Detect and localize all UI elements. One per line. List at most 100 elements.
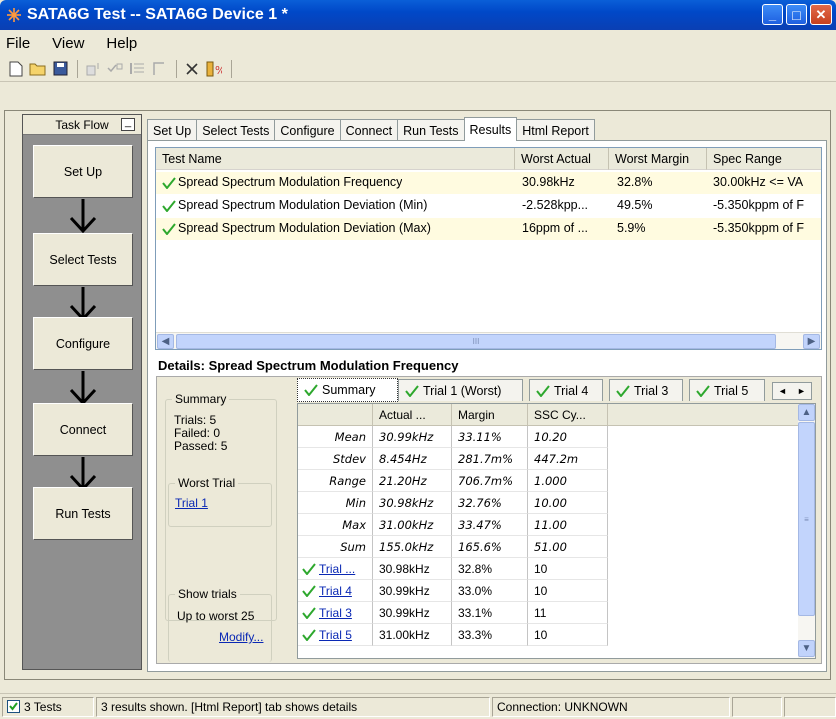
tab-scroll-left-icon[interactable]: ◄ [778,386,787,396]
table-row[interactable]: Spread Spectrum Modulation Deviation (Ma… [156,218,821,240]
tests-count: 3 Tests [24,699,62,714]
stat-ssc: 10.00 [528,492,608,514]
app-logo-icon [7,8,21,22]
tab-scroll-right-icon[interactable]: ► [797,386,806,396]
tab-run-tests[interactable]: Run Tests [397,119,465,141]
stat-actual: 30.99kHz [373,426,452,448]
column-header-worst-actual[interactable]: Worst Actual [515,148,609,170]
table-row[interactable]: Spread Spectrum Modulation Frequency 30.… [156,172,821,194]
stat-margin: 281.7m% [452,448,528,470]
tab-trial-3[interactable]: Trial 3 [609,379,683,401]
taskflow-run-tests-button[interactable]: Run Tests [33,487,133,540]
scroll-right-button[interactable]: ▶ [803,334,820,349]
chevron-down-icon: ▼ [801,643,812,654]
worst-trial-link[interactable]: Trial 1 [175,496,208,510]
taskflow-configure-button[interactable]: Configure [33,317,133,370]
pass-check-icon [302,628,316,641]
down-arrow-icon [69,457,97,491]
spec-range: -5.350kppm of F [713,221,805,235]
tab-html-report[interactable]: Html Report [516,119,595,141]
tab-setup[interactable]: Set Up [147,119,198,141]
save-button[interactable] [50,59,70,79]
new-file-button[interactable] [6,59,26,79]
stat-label: Range [298,470,373,492]
worst-trial-group: Worst Trial Trial 1 [168,476,272,527]
chart-button[interactable] [149,59,169,79]
tab-connect[interactable]: Connect [339,119,399,141]
task-flow-title: Task Flow [55,117,109,132]
trial-actual: 30.99kHz [373,602,452,624]
taskflow-step-label: Set Up [63,164,103,179]
close-button[interactable]: ✕ [810,4,832,25]
taskflow-setup-button[interactable]: Set Up [33,145,133,198]
tab-trial-5[interactable]: Trial 5 [689,379,765,401]
column-header-label: Worst Actual [521,151,591,166]
column-header-label: Margin [458,407,495,422]
table-row[interactable]: Spread Spectrum Modulation Deviation (Mi… [156,195,821,217]
pass-check-icon [405,384,419,397]
grid-header-actual[interactable]: Actual ... [373,404,452,426]
grid-corner [298,404,373,426]
chart-icon [153,62,164,75]
trial-link[interactable]: Trial 3 [319,606,352,620]
trial-row-label[interactable]: Trial 5 [298,624,373,646]
worst-actual: 16ppm of ... [522,221,589,235]
tab-configure[interactable]: Configure [274,119,341,141]
open-button[interactable] [28,59,48,79]
run-button[interactable] [83,59,103,79]
details-title: Details: Spread Spectrum Modulation Freq… [158,358,459,373]
scrollbar-thumb[interactable]: III [176,334,776,349]
column-header-label: SSC Cy... [534,407,586,422]
stat-label: Mean [298,426,373,448]
scroll-up-button[interactable]: ▲ [798,404,815,421]
grid-header-ssc[interactable]: SSC Cy... [528,404,608,426]
scroll-down-button[interactable]: ▼ [798,640,815,657]
tab-results[interactable]: Results [463,117,518,141]
menu-file[interactable]: File [6,35,30,52]
column-header-label: Worst Margin [615,151,690,166]
trial-row-label[interactable]: Trial ... [298,558,373,580]
window-title: SATA6G Test -- SATA6G Device 1 * [27,6,288,23]
minimize-button[interactable]: _ [762,4,783,25]
delete-button[interactable] [182,59,202,79]
trial-link[interactable]: Trial ... [319,562,355,576]
scroll-left-button[interactable]: ◀ [157,334,174,349]
tab-label: Summary [322,383,376,397]
taskflow-connect-button[interactable]: Connect [33,403,133,456]
taskflow-select-tests-button[interactable]: Select Tests [33,233,133,286]
tab-label: Trial 3 [634,383,669,398]
tab-trial-4[interactable]: Trial 4 [529,379,603,401]
column-header-worst-margin[interactable]: Worst Margin [609,148,707,170]
list-button[interactable] [127,59,147,79]
modify-link[interactable]: Modify... [219,630,263,644]
vertical-scrollbar[interactable]: ▲ ≡ ▼ [798,404,815,658]
tab-trial-1-worst[interactable]: Trial 1 (Worst) [398,379,523,401]
maximize-button[interactable]: □ [786,4,807,25]
properties-button[interactable]: % [204,59,224,79]
column-header-spec-range[interactable]: Spec Range [707,148,821,170]
menu-help[interactable]: Help [106,35,137,52]
trial-row-label[interactable]: Trial 3 [298,602,373,624]
tab-label: Run Tests [403,123,459,138]
trial-row-label[interactable]: Trial 4 [298,580,373,602]
checkbox-checked-icon[interactable] [7,700,20,713]
pass-check-icon [162,198,176,212]
trial-actual: 30.99kHz [373,580,452,602]
scrollbar-thumb[interactable]: ≡ [798,422,815,616]
column-header-test-name[interactable]: Test Name [156,148,515,170]
summary-grid: Actual ... Margin SSC Cy... Mean 30.99kH… [297,403,816,659]
select-tests-button[interactable] [105,59,125,79]
menu-view[interactable]: View [52,35,84,52]
trial-ssc: 10 [528,624,608,646]
task-flow-minimize-button[interactable]: _ [121,117,135,131]
tab-summary[interactable]: Summary [297,378,398,402]
trial-link[interactable]: Trial 4 [319,584,352,598]
horizontal-scrollbar[interactable]: ◀ III ▶ [156,332,821,349]
tests-count-panel[interactable]: 3 Tests [2,696,94,717]
trial-link[interactable]: Trial 5 [319,628,352,642]
grid-header-margin[interactable]: Margin [452,404,528,426]
stat-ssc: 51.00 [528,536,608,558]
trial-ssc: 11 [528,602,608,624]
worst-actual: 30.98kHz [522,175,575,189]
tab-select-tests[interactable]: Select Tests [196,119,276,141]
